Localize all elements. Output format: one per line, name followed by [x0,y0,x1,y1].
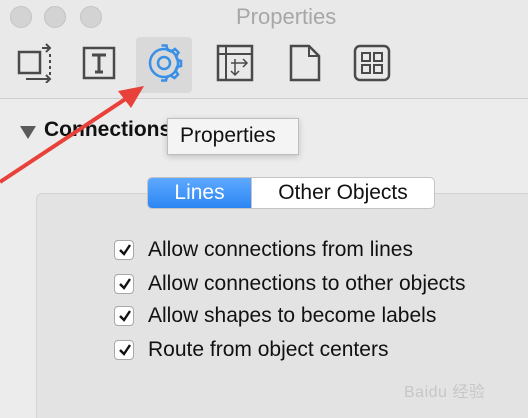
checkbox-row[interactable]: Allow shapes to become labels [114,302,436,330]
tool-grid[interactable] [344,37,400,93]
checkbox-row[interactable]: Allow connections to other objects [114,270,466,298]
checkbox[interactable] [114,240,134,260]
checkbox-label: Allow connections to other objects [148,272,466,295]
text-icon [82,46,116,85]
checkbox[interactable] [114,274,134,294]
gear-icon [145,43,183,87]
segmented-control: Lines Other Objects [147,177,435,209]
checkbox-row[interactable]: Allow connections from lines [114,236,413,264]
checkbox[interactable] [114,306,134,326]
canvas-size-icon [216,44,254,87]
inspector-toolbar [0,33,528,99]
segment-other-objects[interactable]: Other Objects [251,178,434,208]
section-title: Connections [44,118,172,141]
segment-lines[interactable]: Lines [148,178,251,208]
tool-document[interactable] [277,37,333,93]
window-title: Properties [236,4,337,29]
close-window-button[interactable] [10,6,32,28]
document-icon [289,44,321,87]
checkbox[interactable] [114,340,134,360]
title-bar: Properties [0,0,528,33]
grid-icon [353,44,391,87]
disclosure-triangle-icon[interactable] [20,126,36,139]
tool-properties[interactable] [136,37,192,93]
watermark: Baidu 经验 [404,384,486,401]
geometry-icon [15,42,55,88]
tool-geometry[interactable] [7,37,63,93]
checkbox-label: Route from object centers [148,338,389,361]
checkbox-label: Allow shapes to become labels [148,304,437,327]
tool-canvas[interactable] [207,37,263,93]
minimize-window-button[interactable] [44,6,66,28]
tooltip: Properties [167,118,299,155]
tool-text[interactable] [71,37,127,93]
checkbox-row[interactable]: Route from object centers [114,336,388,364]
checkbox-label: Allow connections from lines [148,238,413,261]
zoom-window-button[interactable] [80,6,102,28]
